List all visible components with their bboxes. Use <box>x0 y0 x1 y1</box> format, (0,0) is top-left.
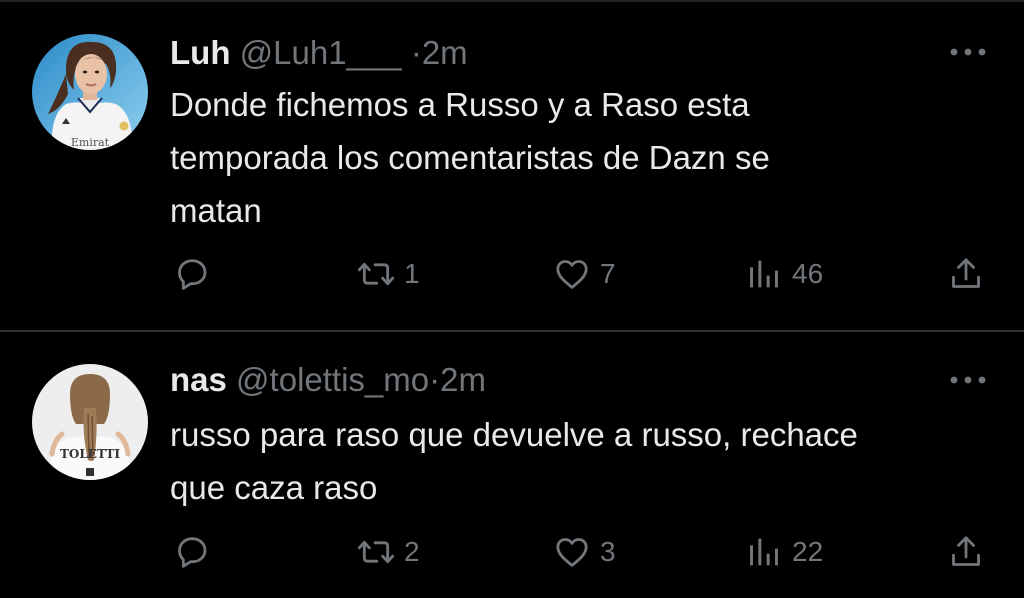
like-count: 7 <box>600 258 616 289</box>
author-handle[interactable]: @tolettis_mo <box>236 361 429 398</box>
share-button[interactable] <box>946 532 986 572</box>
analytics-icon <box>750 260 778 288</box>
tweet[interactable]: TOLETTI nas @tolettis_mo·2m russo para r… <box>0 332 1024 598</box>
tweet-text-line: que caza raso <box>170 469 378 506</box>
timestamp[interactable]: 2m <box>440 361 486 398</box>
like-button[interactable]: 7 <box>552 254 616 294</box>
like-count: 3 <box>600 536 616 567</box>
more-horizontal-icon <box>950 48 986 56</box>
retweet-button[interactable]: 1 <box>356 254 420 294</box>
avatar-sponsor-text: Emirat <box>71 136 110 149</box>
like-button[interactable]: 3 <box>552 532 616 572</box>
avatar-jersey-text: TOLETTI <box>60 447 120 461</box>
reply-button[interactable] <box>172 254 212 294</box>
tweet-text: Donde fichemos a Russo y a Raso esta tem… <box>170 78 1000 237</box>
separator-dot: · <box>410 34 422 71</box>
author-name[interactable]: nas <box>170 361 227 398</box>
analytics-icon <box>750 538 778 566</box>
action-bar: 1 7 46 <box>0 254 1024 294</box>
more-options-button[interactable] <box>946 42 990 62</box>
tweet-header: Luh @Luh1___ ·2m <box>170 33 468 73</box>
views-count: 46 <box>792 258 824 289</box>
author-handle[interactable]: @Luh1___ <box>240 34 402 71</box>
retweet-count: 1 <box>404 258 420 289</box>
reply-button[interactable] <box>172 532 212 572</box>
tweet-text: russo para raso que devuelve a russo, re… <box>170 408 1000 514</box>
avatar[interactable]: Emirat <box>32 34 148 150</box>
avatar-image: Emirat <box>32 34 148 150</box>
reply-icon <box>178 259 207 290</box>
tweet-text-line: Donde fichemos a Russo y a Raso esta <box>170 86 750 123</box>
avatar[interactable]: TOLETTI <box>32 364 148 480</box>
retweet-icon <box>357 262 395 286</box>
more-options-button[interactable] <box>946 370 990 390</box>
reply-icon <box>178 537 207 568</box>
views-button[interactable]: 46 <box>744 254 823 294</box>
retweet-count: 2 <box>404 536 420 567</box>
share-button[interactable] <box>946 254 986 294</box>
retweet-icon <box>357 540 395 564</box>
heart-icon <box>556 538 588 567</box>
tweet-header: nas @tolettis_mo·2m <box>170 360 486 400</box>
heart-icon <box>556 260 588 289</box>
tweet-text-line: russo para raso que devuelve a russo, re… <box>170 416 858 453</box>
tweet[interactable]: Emirat Luh @Luh1___ ·2m Donde fichemos a… <box>0 0 1024 330</box>
action-bar: 2 3 22 <box>0 532 1024 572</box>
timestamp[interactable]: 2m <box>422 34 468 71</box>
separator-dot: · <box>429 361 441 398</box>
author-name[interactable]: Luh <box>170 34 230 71</box>
share-icon <box>952 258 980 288</box>
tweet-text-line: temporada los comentaristas de Dazn se <box>170 139 770 176</box>
tweet-text-line: matan <box>170 192 262 229</box>
avatar-image: TOLETTI <box>32 364 148 480</box>
retweet-button[interactable]: 2 <box>356 532 420 572</box>
views-button[interactable]: 22 <box>744 532 823 572</box>
more-horizontal-icon <box>950 376 986 384</box>
views-count: 22 <box>792 536 824 567</box>
share-icon <box>952 536 980 566</box>
